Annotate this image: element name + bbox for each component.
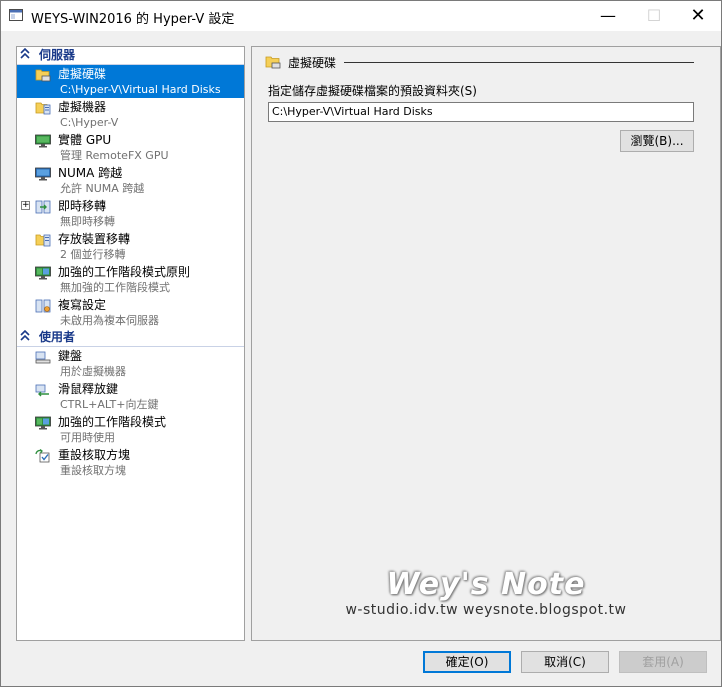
collapse-chevron-icon[interactable] [20,47,32,62]
nav-item-subtitle: 無加強的工作階段模式 [60,281,170,294]
default-folder-label: 指定儲存虛擬硬碟檔案的預設資料夾(S) [268,84,477,98]
nav-item-title: 鍵盤 [58,349,83,363]
nav-item-subtitle: 允許 NUMA 跨越 [60,182,145,195]
keyboard-icon [35,351,51,364]
close-button[interactable]: ✕ [675,1,721,31]
replication-icon [35,299,51,313]
mouse-release-icon [35,384,49,397]
nav-item-title: 即時移轉 [58,199,107,213]
settings-tree[interactable]: 伺服器 虛擬硬碟 C:\Hyper-V\Virtual Hard Disks 虛… [16,46,245,641]
storage-migration-icon [35,234,51,247]
enhanced-session-policy-icon [35,266,51,280]
nav-item-title: 滑鼠釋放鍵 [58,382,119,396]
reset-checkbox-icon [35,449,50,463]
minimize-button[interactable]: — [585,1,631,31]
browse-button[interactable]: 瀏覽(B)... [620,130,694,152]
cancel-button[interactable]: 取消(C) [521,651,609,673]
nav-item-enhanced-session-mode[interactable]: 加強的工作階段模式 可用時使用 [17,413,244,446]
watermark-logo-text: Wey's Note [386,567,586,602]
title-bar[interactable]: WEYS-WIN2016 的 Hyper-V 設定 — ☐ ✕ [1,1,721,31]
section-header-server[interactable]: 伺服器 [17,47,244,65]
watermark-url-text: w-studio.idv.tw weysnote.blogspot.tw [345,602,627,618]
nav-item-subtitle: 未啟用為複本伺服器 [60,314,159,327]
nav-item-subtitle: 管理 RemoteFX GPU [60,149,169,162]
nav-item-title: 實體 GPU [58,133,112,147]
nav-item-title: 存放裝置移轉 [58,232,131,246]
numa-monitor-icon [35,167,51,181]
group-divider [344,62,694,63]
nav-item-title: 虛擬機器 [58,100,107,114]
nav-item-title: 加強的工作階段模式 [58,415,167,429]
nav-item-mouse-release-key[interactable]: 滑鼠釋放鍵 CTRL+ALT+向左鍵 [17,380,244,413]
nav-item-subtitle: C:\Hyper-V\Virtual Hard Disks [60,83,221,96]
nav-item-subtitle: C:\Hyper-V [60,116,119,129]
nav-item-subtitle: CTRL+ALT+向左鍵 [60,398,159,411]
default-folder-input[interactable] [268,102,694,122]
nav-item-subtitle: 用於虛擬機器 [60,365,126,378]
nav-item-title: NUMA 跨越 [58,166,123,180]
nav-item-live-migration[interactable]: + 即時移轉 無即時移轉 [17,197,244,230]
hyper-v-app-icon [9,9,23,21]
collapse-chevron-icon[interactable] [20,329,32,344]
apply-button[interactable]: 套用(A) [619,651,707,673]
folder-disk-icon [265,56,281,69]
nav-item-subtitle: 可用時使用 [60,431,115,444]
gpu-monitor-icon [35,134,51,148]
section-header-label: 伺服器 [39,48,76,62]
nav-item-numa-spanning[interactable]: NUMA 跨越 允許 NUMA 跨越 [17,164,244,197]
nav-item-subtitle: 重設核取方塊 [60,464,126,477]
nav-item-reset-check-boxes[interactable]: 重設核取方塊 重設核取方塊 [17,446,244,479]
nav-item-title: 加強的工作階段模式原則 [58,265,191,279]
folder-vm-icon [35,102,51,115]
enhanced-session-icon [35,416,51,430]
section-header-label: 使用者 [39,330,76,344]
window-title: WEYS-WIN2016 的 Hyper-V 設定 [31,12,235,27]
hyper-v-settings-window: WEYS-WIN2016 的 Hyper-V 設定 — ☐ ✕ 伺服器 虛擬硬碟… [0,0,722,687]
group-title: 虛擬硬碟 [288,56,337,70]
expand-toggle[interactable]: + [21,201,30,210]
ok-button[interactable]: 確定(O) [423,651,511,673]
nav-item-title: 重設核取方塊 [58,448,131,462]
details-pane: 虛擬硬碟 指定儲存虛擬硬碟檔案的預設資料夾(S) 瀏覽(B)... Wey's … [251,46,721,641]
nav-item-title: 虛擬硬碟 [58,67,107,81]
section-header-user[interactable]: 使用者 [17,329,244,347]
nav-item-storage-migration[interactable]: 存放裝置移轉 2 個並行移轉 [17,230,244,263]
nav-item-subtitle: 2 個並行移轉 [60,248,126,261]
nav-item-keyboard[interactable]: 鍵盤 用於虛擬機器 [17,347,244,380]
nav-item-replication-configuration[interactable]: 複寫設定 未啟用為複本伺服器 [17,296,244,329]
nav-item-virtual-hard-disks[interactable]: 虛擬硬碟 C:\Hyper-V\Virtual Hard Disks [17,65,244,98]
nav-item-physical-gpu[interactable]: 實體 GPU 管理 RemoteFX GPU [17,131,244,164]
watermark: Wey's Note w-studio.idv.tw weysnote.blog… [252,567,720,618]
folder-disk-icon [35,69,51,82]
nav-item-enhanced-session-policy[interactable]: 加強的工作階段模式原則 無加強的工作階段模式 [17,263,244,296]
live-migration-icon [35,200,51,214]
maximize-button[interactable]: ☐ [631,1,677,31]
nav-item-subtitle: 無即時移轉 [60,215,115,228]
nav-item-title: 複寫設定 [58,298,107,312]
nav-item-virtual-machines[interactable]: 虛擬機器 C:\Hyper-V [17,98,244,131]
